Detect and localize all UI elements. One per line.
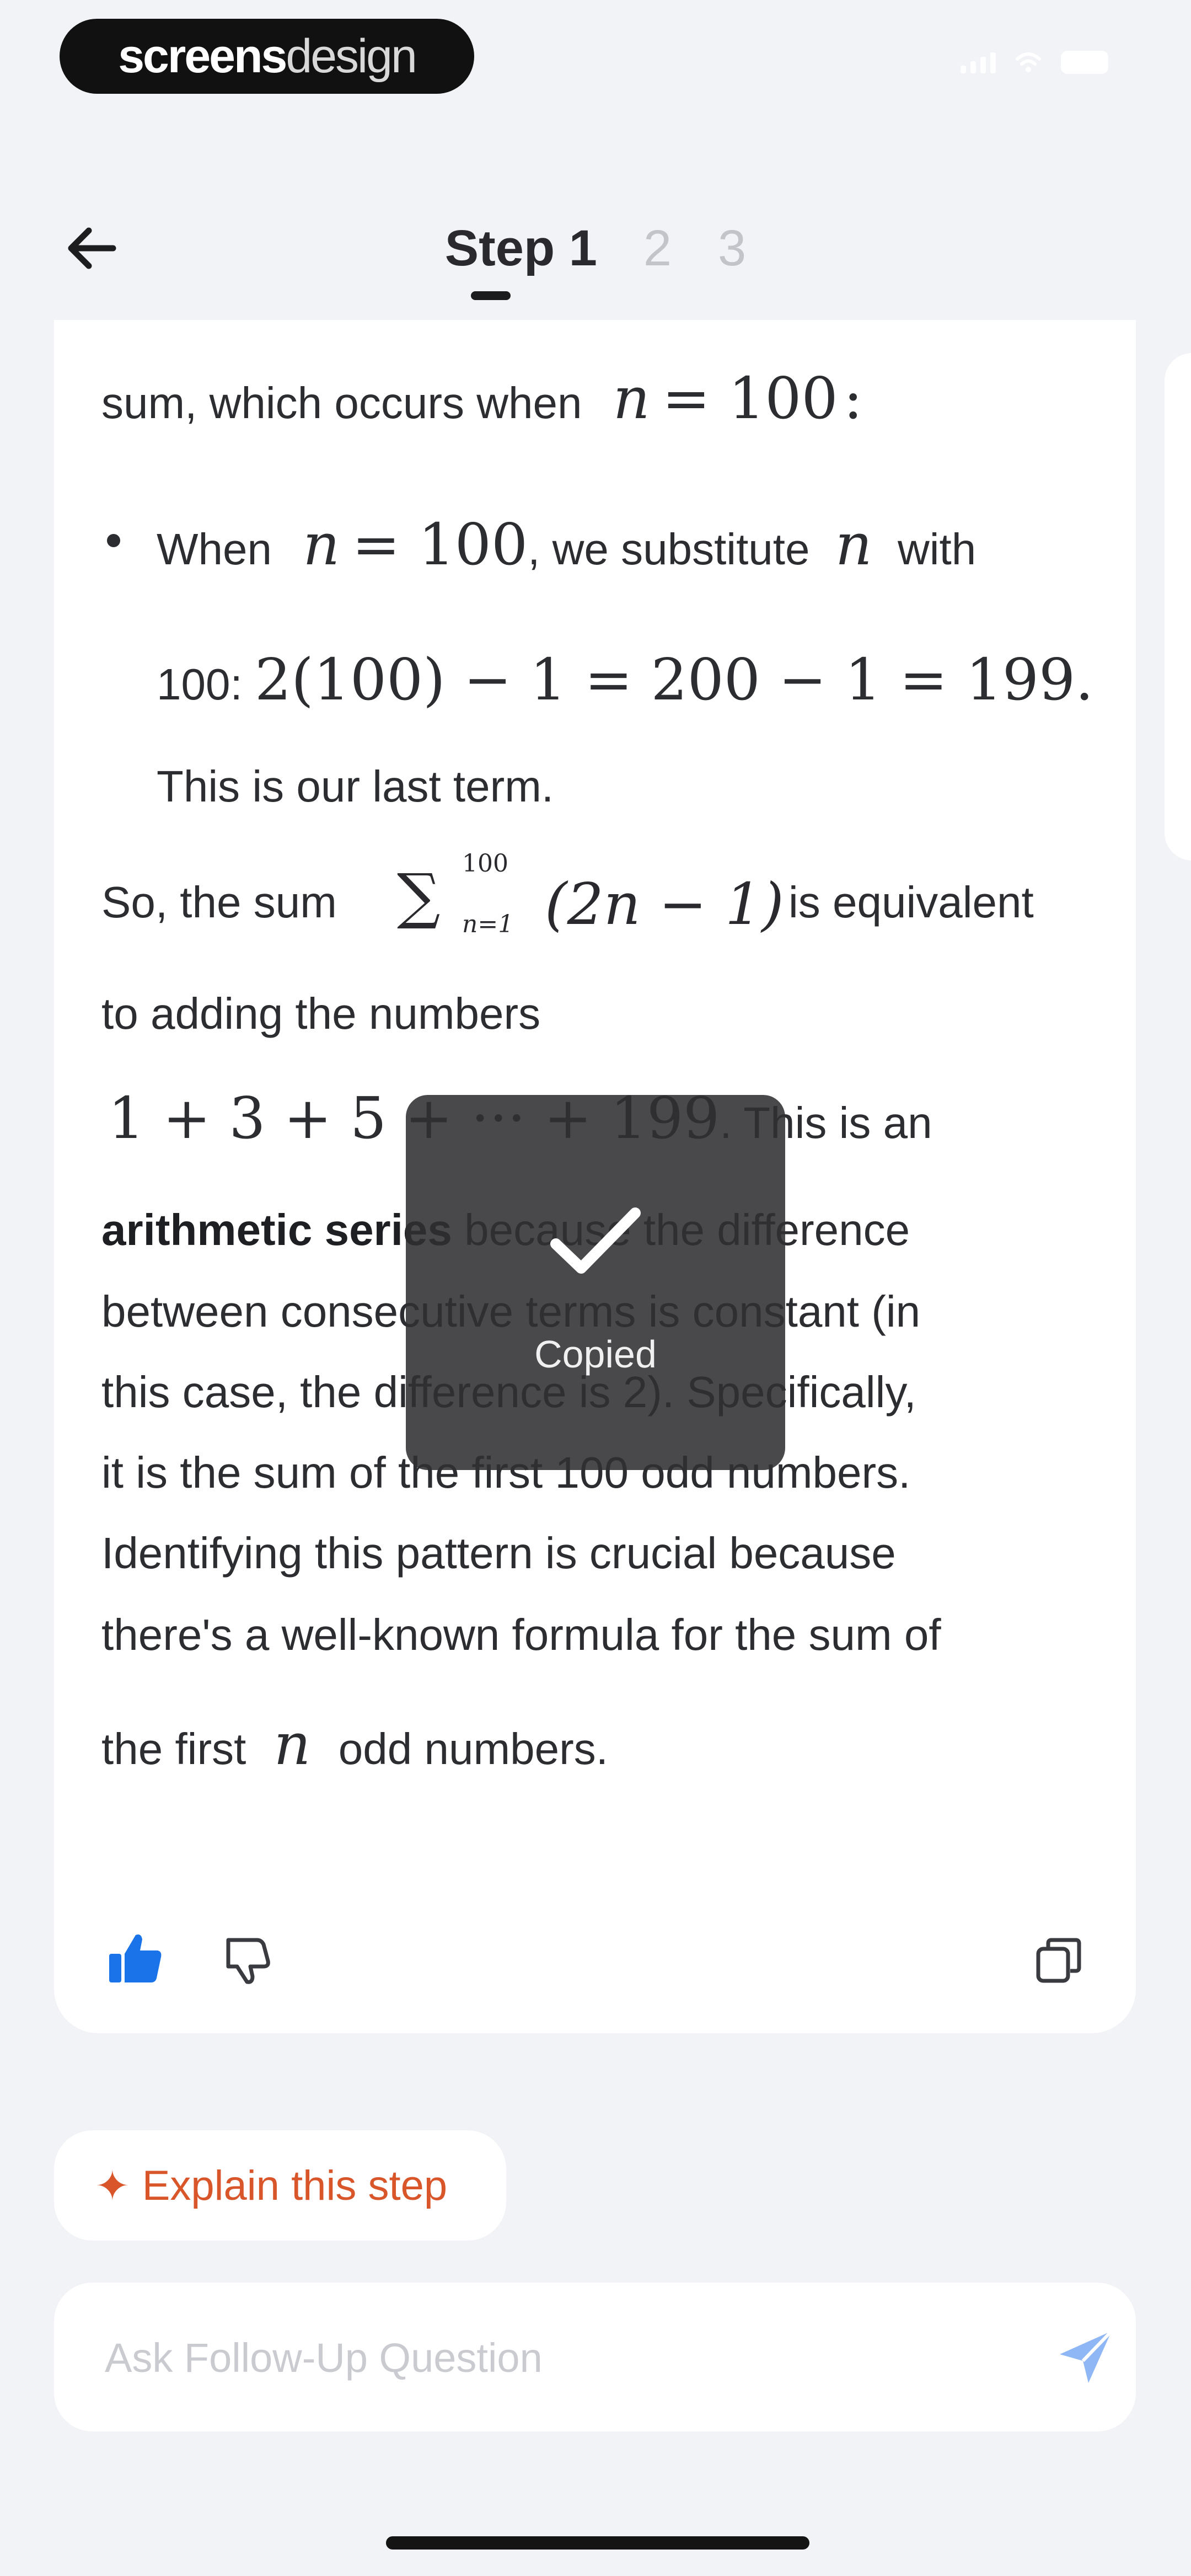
bullet-line-3: This is our last term. [157,762,554,811]
para-line-7: the first n odd numbers. [101,1711,608,1778]
content-line-1: sum, which occurs when n = 100: [101,365,863,432]
explain-step-label: Explain this step [142,2162,448,2209]
home-indicator [386,2536,809,2550]
like-button[interactable] [103,1925,169,1991]
toast-label: Copied [534,1333,657,1376]
check-icon [550,1207,641,1274]
signal-icon [961,51,996,73]
bullet-dot [107,534,120,547]
tab-step-1[interactable]: Step 1 [422,220,620,277]
thumbs-down-icon [226,1938,270,1984]
tab-step-3[interactable]: 3 [695,220,769,277]
copy-button[interactable] [1026,1927,1092,1994]
sum-line-end: is equivalent [788,878,1034,927]
dislike-button[interactable] [214,1927,280,1994]
adding-line: to adding the numbers [101,989,541,1038]
sum-line: So, the sum [101,878,337,927]
step-tabs: Step 1 2 3 [0,215,1191,281]
followup-input[interactable] [104,2283,988,2433]
brand-watermark: screens design [60,19,474,94]
tab-step-2[interactable]: 2 [620,220,695,277]
thumbs-up-icon [109,1934,162,1982]
battery-icon [1061,51,1108,74]
explain-step-button[interactable]: ✦ Explain this step [54,2130,506,2241]
math-n: n [613,365,650,432]
brand-text-2: design [286,29,417,83]
send-button[interactable] [1050,2321,1122,2393]
sparkle-icon: ✦ [95,2162,130,2210]
next-step-card-peek[interactable] [1165,353,1191,861]
sum-expression: ∑ 100 n=1 (2n − 1) [397,849,784,938]
wifi-icon [1016,52,1041,72]
para-line-5: Identifying this pattern is crucial beca… [101,1529,896,1578]
status-bar [961,51,1108,74]
bullet-line-1: When n = 100, we substitute n with [157,511,977,578]
bullet-line-2: 100: 2(100) − 1 = 200 − 1 = 199. [157,646,1094,713]
send-icon [1060,2329,1113,2383]
copied-toast: Copied [406,1095,785,1470]
math-eq-100: = 100 [662,365,838,432]
followup-bar [54,2283,1136,2433]
brand-text-1: screens [118,29,287,83]
para-line-6: there's a well-known formula for the sum… [101,1610,941,1659]
active-tab-indicator [471,291,511,300]
copy-icon [1036,1938,1081,1983]
